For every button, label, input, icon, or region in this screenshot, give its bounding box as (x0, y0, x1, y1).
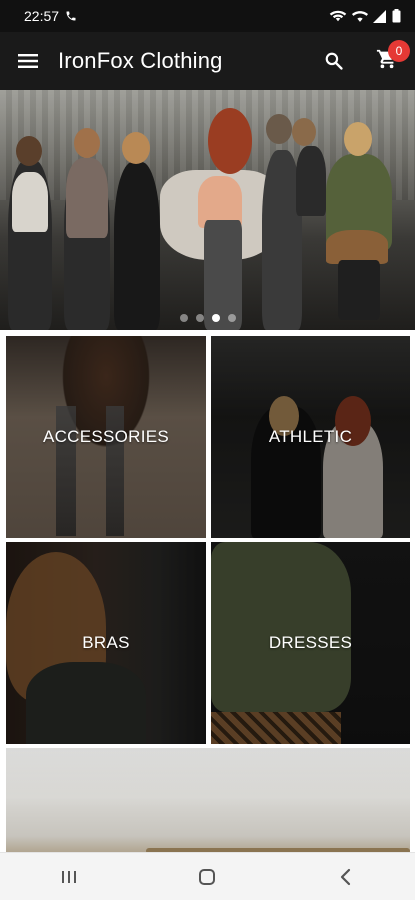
phone-call-icon (65, 9, 77, 23)
category-tile-accessories[interactable]: ACCESSORIES (6, 336, 206, 538)
category-label: DRESSES (268, 633, 353, 652)
cart-button[interactable]: 0 (359, 32, 415, 90)
search-icon[interactable] (309, 32, 359, 90)
hero-carousel[interactable] (0, 90, 415, 330)
back-icon[interactable] (316, 853, 376, 900)
category-label: ACCESSORIES (42, 427, 170, 446)
wifi-icon (352, 9, 368, 23)
home-icon[interactable] (177, 853, 237, 900)
carousel-dot[interactable] (227, 314, 236, 322)
app-screen: 22:57 IronFox Clothing 0 ACCESSORIES ATH… (0, 0, 415, 900)
category-tile-athletic[interactable]: ATHLETIC (211, 336, 410, 538)
hamburger-menu-icon[interactable] (0, 32, 56, 90)
cart-count-badge: 0 (388, 40, 410, 62)
carousel-dot[interactable] (195, 314, 204, 322)
app-title: IronFox Clothing (58, 48, 223, 73)
category-label: ATHLETIC (268, 427, 353, 446)
recent-apps-icon[interactable] (39, 853, 99, 900)
promo-banner[interactable] (6, 748, 410, 858)
battery-icon (392, 9, 401, 23)
category-label: BRAS (82, 633, 130, 652)
carousel-dot-active[interactable] (211, 314, 220, 322)
wifi-calling-icon (329, 9, 347, 23)
category-tile-dresses[interactable]: DRESSES (211, 542, 410, 744)
app-bar: IronFox Clothing 0 (0, 32, 415, 90)
carousel-dot[interactable] (179, 314, 188, 322)
status-bar: 22:57 (0, 0, 415, 32)
system-nav-bar (0, 852, 415, 900)
carousel-indicator (0, 314, 415, 322)
status-time: 22:57 (24, 8, 60, 24)
category-tile-bras[interactable]: BRAS (6, 542, 206, 744)
signal-icon (373, 9, 387, 23)
